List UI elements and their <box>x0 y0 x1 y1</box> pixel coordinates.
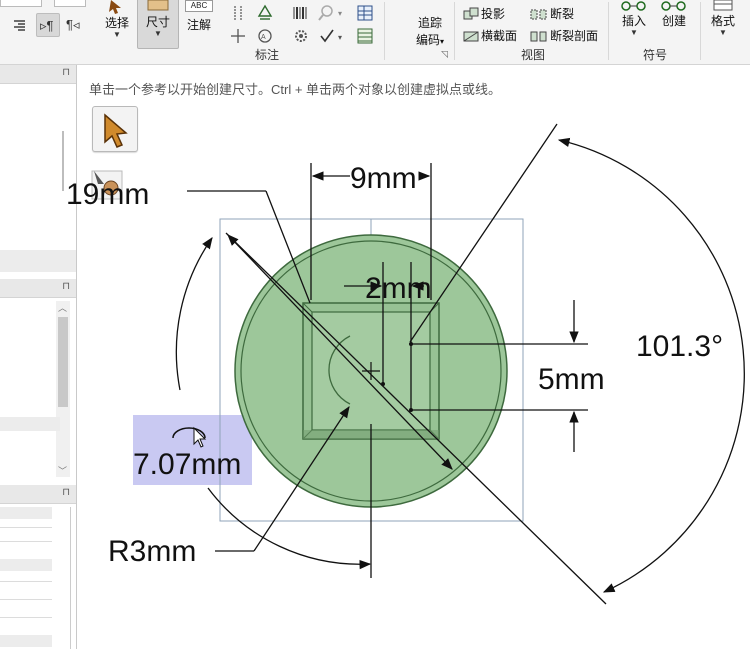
dimension-7-07mm[interactable]: 7.07mm <box>133 448 241 481</box>
dimension-r3mm[interactable]: R3mm <box>108 535 196 568</box>
dimension-19mm[interactable]: 19mm <box>66 178 149 211</box>
dimension-5mm[interactable]: 5mm <box>538 363 605 396</box>
dimension-9mm[interactable]: 9mm <box>350 162 417 195</box>
dimension-101-3-deg[interactable]: 101.3° <box>636 330 723 363</box>
drawing-sheet[interactable]: 9mm 2mm 5mm 101.3° 7.07mm R3mm 19mm <box>0 0 750 649</box>
dimension-2mm[interactable]: 2mm <box>365 272 432 305</box>
